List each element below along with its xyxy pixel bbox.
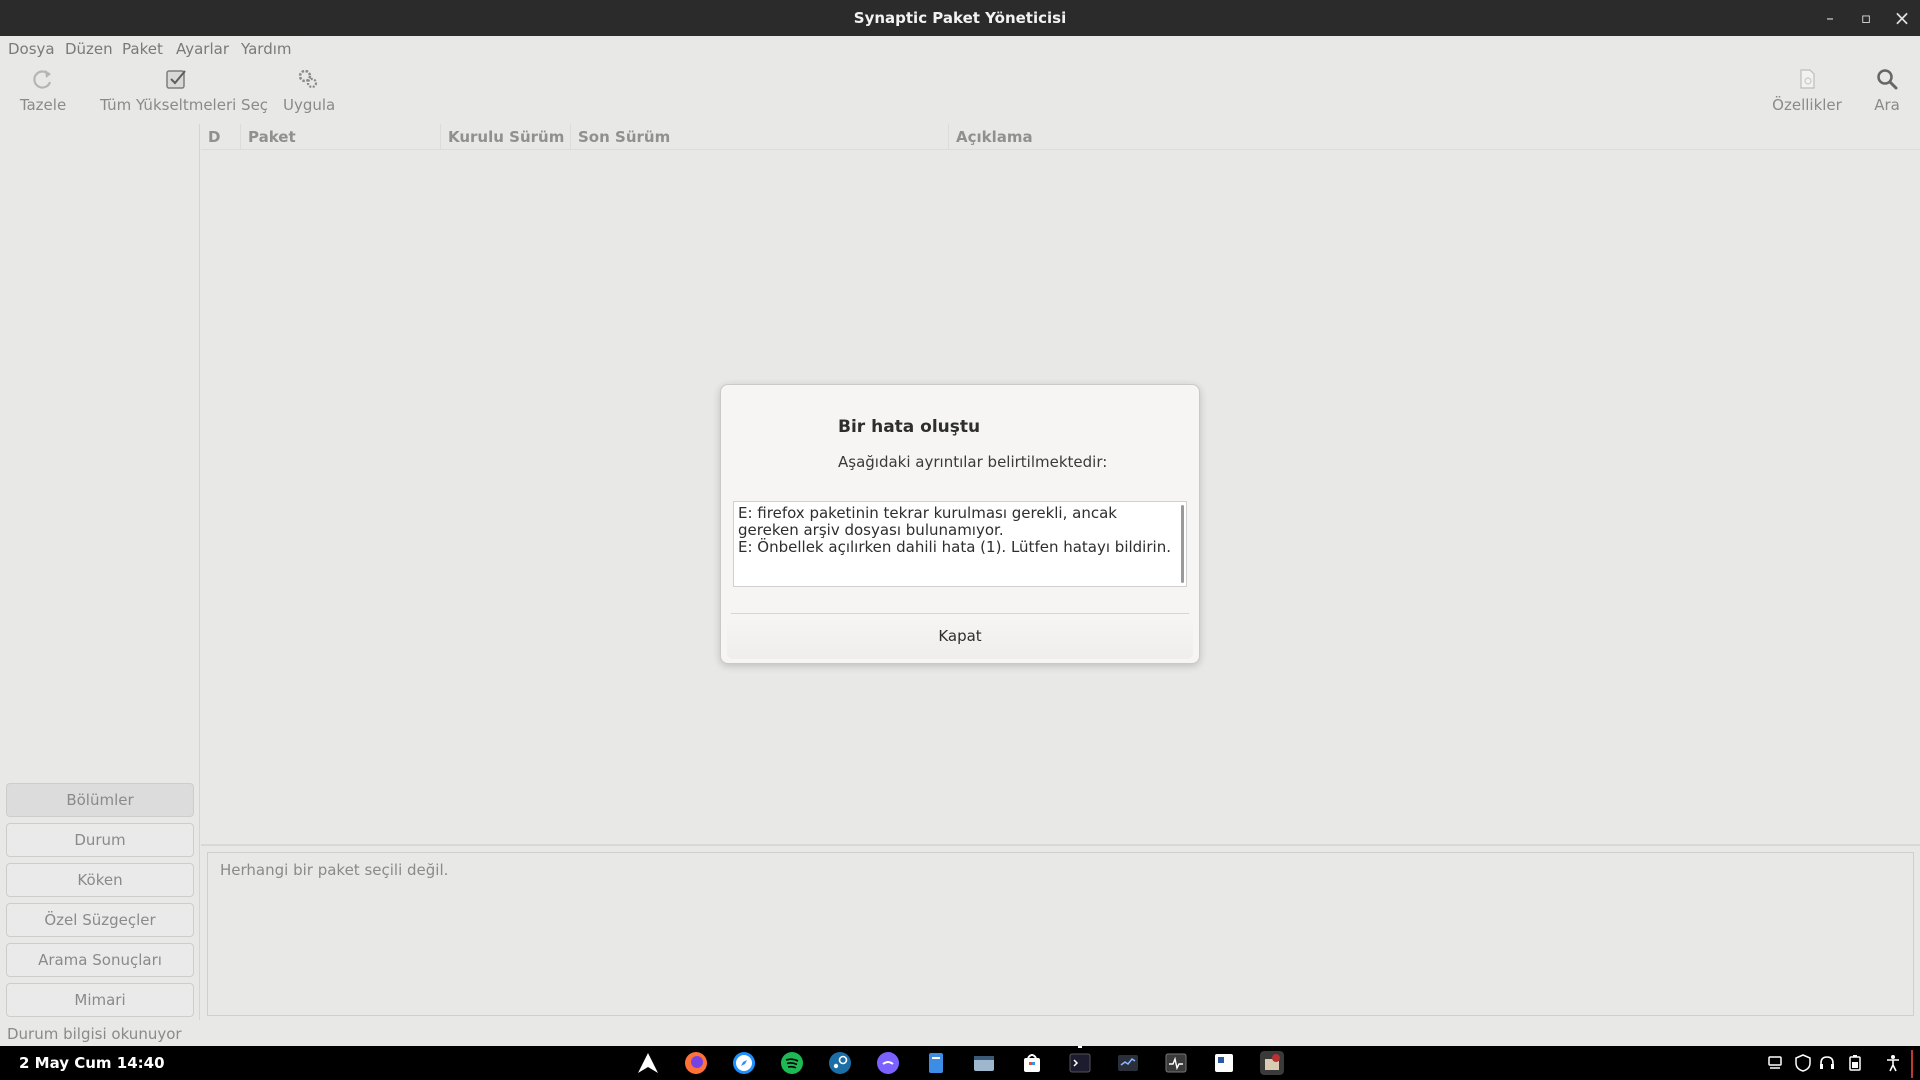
column-latest-version[interactable]: Son Sürüm (571, 124, 949, 150)
filter-architecture-button[interactable]: Mimari (6, 983, 194, 1017)
monitor-icon[interactable] (1116, 1051, 1140, 1075)
window-title: Synaptic Paket Yöneticisi (853, 9, 1067, 27)
network-icon[interactable] (1766, 1054, 1784, 1072)
menu-edit[interactable]: Düzen (65, 36, 113, 62)
document-properties-icon (1800, 69, 1815, 89)
error-details-textview[interactable]: E: firefox paketinin tekrar kurulması ge… (733, 501, 1187, 587)
menu-bar: Dosya Düzen Paket Ayarlar Yardım (0, 36, 1920, 62)
gears-icon (298, 69, 318, 89)
safari-icon[interactable] (732, 1051, 756, 1075)
taskbar: 2 May Cum 14:40 (0, 1046, 1920, 1080)
terminal-icon[interactable] (1068, 1051, 1092, 1075)
status-text: Durum bilgisi okunuyor (7, 1025, 182, 1043)
column-status[interactable]: D (201, 124, 241, 150)
filter-origin-button[interactable]: Köken (6, 863, 194, 897)
archive-icon[interactable] (972, 1051, 996, 1075)
alert-indicator (1911, 1050, 1913, 1078)
menu-file[interactable]: Dosya (8, 36, 55, 62)
mark-upgrades-icon (166, 70, 186, 89)
properties-button[interactable]: Özellikler (1772, 66, 1842, 122)
activity-icon[interactable] (1164, 1051, 1188, 1075)
pane-divider[interactable] (201, 844, 1920, 846)
package-list-header: D Paket Kurulu Sürüm Son Sürüm Açıklama (201, 124, 1920, 150)
filter-status-button[interactable]: Durum (6, 823, 194, 857)
search-icon (1877, 69, 1898, 90)
accessibility-icon[interactable] (1884, 1054, 1902, 1072)
dialog-separator (731, 613, 1189, 614)
filter-sections-button[interactable]: Bölümler (6, 783, 194, 817)
textview-scrollbar[interactable] (1181, 505, 1184, 583)
sidebar: Bölümler Durum Köken Özel Süzgeçler Aram… (0, 124, 200, 1020)
toolbar: Tazele Tüm Yükseltmeleri Seç Uygula Özel… (0, 62, 1920, 124)
headset-icon[interactable] (1818, 1054, 1836, 1072)
minimize-button[interactable]: – (1812, 0, 1848, 36)
shield-icon[interactable] (1794, 1054, 1812, 1072)
synaptic-icon[interactable] (1260, 1051, 1284, 1075)
reload-button[interactable]: Tazele (18, 66, 68, 122)
reload-icon (33, 70, 52, 89)
files-icon[interactable] (924, 1051, 948, 1075)
store-icon[interactable] (1020, 1051, 1044, 1075)
apply-button[interactable]: Uygula (283, 66, 335, 122)
running-indicator (1078, 1046, 1082, 1048)
mark-all-upgrades-button[interactable]: Tüm Yükseltmeleri Seç (100, 66, 268, 122)
error-line: E: firefox paketinin tekrar kurulması ge… (738, 504, 1117, 539)
dialog-subtitle: Aşağıdaki ayrıntılar belirtilmektedir: (838, 453, 1108, 471)
filter-custom-button[interactable]: Özel Süzgeçler (6, 903, 194, 937)
close-window-button[interactable]: × (1884, 0, 1920, 36)
column-description[interactable]: Açıklama (949, 124, 1920, 150)
no-package-selected-text: Herhangi bir paket seçili değil. (220, 861, 449, 879)
window-titlebar: Synaptic Paket Yöneticisi – ▫ × (0, 0, 1920, 36)
maximize-button[interactable]: ▫ (1848, 0, 1884, 36)
search-button[interactable]: Ara (1870, 66, 1904, 122)
column-installed-version[interactable]: Kurulu Sürüm (441, 124, 571, 150)
clock[interactable]: 2 May Cum 14:40 (19, 1046, 165, 1080)
dialog-title: Bir hata oluştu (838, 417, 981, 437)
discord-icon[interactable] (876, 1051, 900, 1075)
notes-icon[interactable] (1212, 1051, 1236, 1075)
arch-icon[interactable] (636, 1051, 660, 1075)
menu-package[interactable]: Paket (122, 36, 163, 62)
battery-icon[interactable] (1846, 1054, 1864, 1072)
error-dialog: Bir hata oluştu Aşağıdaki ayrıntılar bel… (720, 384, 1200, 664)
menu-help[interactable]: Yardım (241, 36, 292, 62)
package-details: Herhangi bir paket seçili değil. (207, 852, 1914, 1016)
firefox-icon[interactable] (684, 1051, 708, 1075)
close-dialog-button[interactable]: Kapat (727, 615, 1193, 659)
spotify-icon[interactable] (780, 1051, 804, 1075)
menu-settings[interactable]: Ayarlar (176, 36, 229, 62)
filter-search-results-button[interactable]: Arama Sonuçları (6, 943, 194, 977)
column-package[interactable]: Paket (241, 124, 441, 150)
steam-icon[interactable] (828, 1051, 852, 1075)
status-bar: Durum bilgisi okunuyor (0, 1022, 1920, 1046)
error-line: E: Önbellek açılırken dahili hata (1). L… (738, 538, 1171, 556)
